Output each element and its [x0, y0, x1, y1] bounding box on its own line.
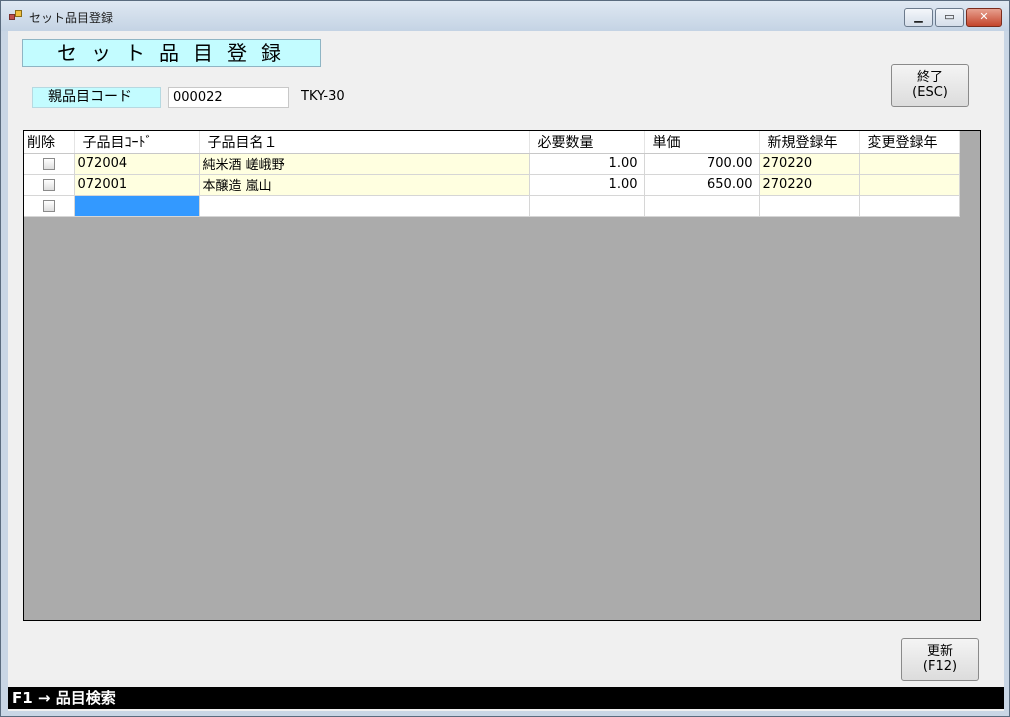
col-header-delete[interactable]: 削除 — [24, 131, 75, 154]
delete-checkbox[interactable] — [42, 157, 55, 170]
title-bar[interactable]: セット品目登録 ▁ ▭ ✕ — [1, 1, 1009, 31]
delete-cell — [24, 195, 75, 217]
exit-button-key: (ESC) — [912, 85, 948, 100]
modified-year-cell[interactable] — [859, 195, 960, 217]
delete-checkbox[interactable] — [42, 199, 55, 212]
child-code-cell[interactable]: 072001 — [74, 174, 200, 196]
col-header-child-code[interactable]: 子品目ｺｰﾄﾞ — [74, 131, 200, 154]
exit-button[interactable]: 終了 (ESC) — [891, 64, 969, 107]
quantity-cell[interactable] — [529, 195, 645, 217]
modified-year-cell[interactable] — [859, 153, 960, 175]
status-bar: F1 → 品目検索 — [8, 687, 1004, 709]
child-code-cell-selected[interactable] — [74, 195, 200, 217]
col-header-child-name[interactable]: 子品目名１ — [199, 131, 530, 154]
delete-checkbox[interactable] — [42, 178, 55, 191]
form-heading: セット品目登録 — [22, 39, 321, 67]
app-icon — [9, 10, 23, 22]
child-name-cell[interactable] — [199, 195, 530, 217]
grid-header-row: 削除 子品目ｺｰﾄﾞ 子品目名１ 必要数量 単価 新規登録年 変更登録年 — [24, 131, 960, 154]
parent-code-input[interactable]: 000022 — [168, 87, 289, 108]
child-name-cell[interactable]: 本醸造 嵐山 — [199, 174, 530, 196]
client-area: セット品目登録 親品目コード 000022 TKY-30 終了 (ESC) 削除… — [8, 31, 1004, 711]
minimize-button[interactable]: ▁ — [904, 8, 933, 27]
col-header-quantity[interactable]: 必要数量 — [529, 131, 645, 154]
unit-price-cell[interactable]: 700.00 — [644, 153, 760, 175]
minimize-icon: ▁ — [914, 10, 923, 23]
close-button[interactable]: ✕ — [966, 8, 1002, 27]
col-header-unit-price[interactable]: 単価 — [644, 131, 760, 154]
child-items-grid[interactable]: 削除 子品目ｺｰﾄﾞ 子品目名１ 必要数量 単価 新規登録年 変更登録年 072… — [23, 130, 981, 621]
created-year-cell[interactable]: 270220 — [759, 174, 860, 196]
modified-year-cell[interactable] — [859, 174, 960, 196]
table-row: 072001 本醸造 嵐山 1.00 650.00 270220 — [24, 174, 960, 196]
child-code-cell[interactable]: 072004 — [74, 153, 200, 175]
update-button[interactable]: 更新 (F12) — [901, 638, 979, 681]
delete-cell — [24, 153, 75, 175]
unit-price-cell[interactable] — [644, 195, 760, 217]
unit-price-cell[interactable]: 650.00 — [644, 174, 760, 196]
col-header-modified-year[interactable]: 変更登録年 — [859, 131, 960, 154]
update-button-label: 更新 — [926, 644, 953, 659]
grid-table: 削除 子品目ｺｰﾄﾞ 子品目名１ 必要数量 単価 新規登録年 変更登録年 072… — [24, 131, 960, 217]
table-row: 072004 純米酒 嵯峨野 1.00 700.00 270220 — [24, 153, 960, 175]
window-title: セット品目登録 — [29, 11, 114, 25]
maximize-icon: ▭ — [944, 10, 955, 23]
child-name-cell[interactable]: 純米酒 嵯峨野 — [199, 153, 530, 175]
parent-code-label: 親品目コード — [32, 87, 161, 108]
exit-button-label: 終了 — [916, 70, 943, 85]
maximize-button[interactable]: ▭ — [935, 8, 964, 27]
quantity-cell[interactable]: 1.00 — [529, 174, 645, 196]
created-year-cell[interactable]: 270220 — [759, 153, 860, 175]
parent-name-text: TKY-30 — [301, 89, 345, 104]
col-header-created-year[interactable]: 新規登録年 — [759, 131, 860, 154]
new-entry-row — [24, 195, 960, 217]
created-year-cell[interactable] — [759, 195, 860, 217]
delete-cell — [24, 174, 75, 196]
app-window: セット品目登録 ▁ ▭ ✕ セット品目登録 親品目コード 000022 TKY-… — [0, 0, 1010, 717]
update-button-key: (F12) — [922, 659, 958, 674]
close-icon: ✕ — [979, 10, 989, 23]
quantity-cell[interactable]: 1.00 — [529, 153, 645, 175]
